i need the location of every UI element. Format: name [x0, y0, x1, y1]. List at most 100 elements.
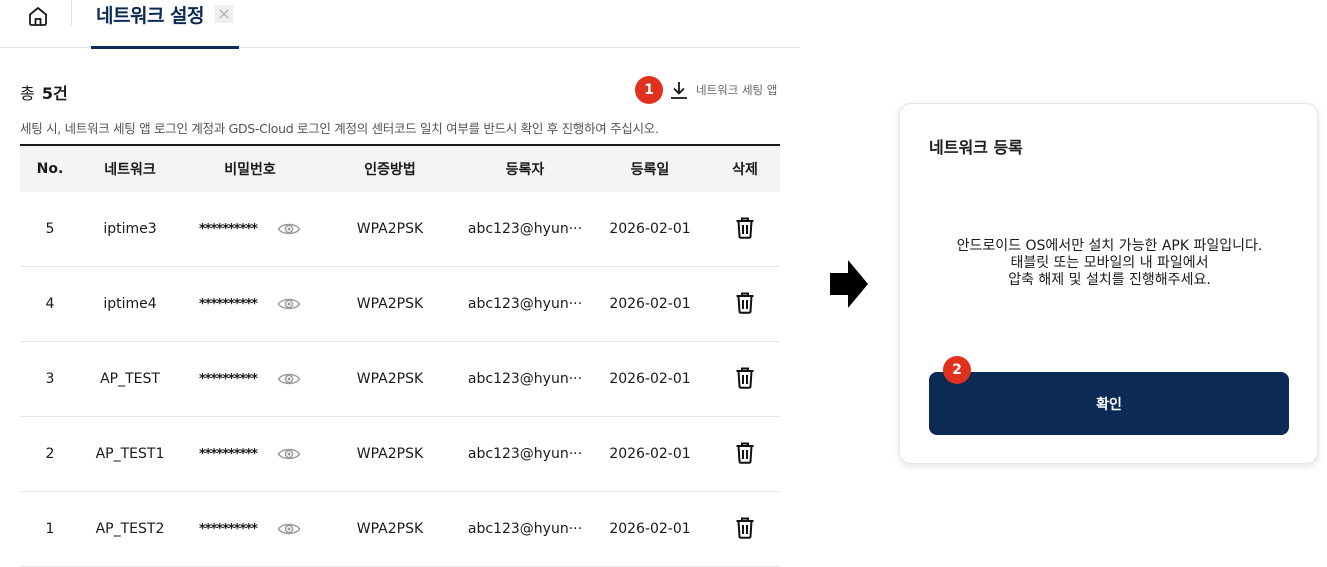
header-network: 네트워크: [104, 162, 156, 178]
delete-button[interactable]: [734, 440, 756, 464]
cell-date: 2026-02-01: [609, 371, 691, 387]
cell-network: iptime3: [103, 221, 157, 237]
show-password-button[interactable]: [277, 521, 301, 537]
cell-password: **********: [180, 371, 320, 387]
modal-message: 안드로이드 OS에서만 설치 가능한 APK 파일입니다. 태블릿 또는 모바일…: [900, 238, 1319, 289]
password-mask: **********: [199, 521, 258, 537]
active-tab-indicator: [91, 46, 239, 49]
trash-icon: [736, 367, 754, 389]
table-row: 3 AP_TEST ********** WPA2PSK abc123@hyun…: [20, 342, 780, 417]
delete-button[interactable]: [734, 515, 756, 539]
password-mask: **********: [199, 446, 258, 462]
network-table: No. 네트워크 비밀번호 인증방법 등록자 등록일 삭제 5 iptime3 …: [20, 144, 780, 567]
cell-no: 5: [45, 221, 55, 237]
table-row: 1 AP_TEST2 ********** WPA2PSK abc123@hyu…: [20, 492, 780, 567]
trash-icon: [736, 517, 754, 539]
notice-text: 세팅 시, 네트워크 세팅 앱 로그인 계정과 GDS-Cloud 로그인 계정…: [20, 121, 659, 136]
table-row: 2 AP_TEST1 ********** WPA2PSK abc123@hyu…: [20, 417, 780, 492]
step-badge-1: 1: [635, 76, 663, 104]
step-badge-2: 2: [943, 356, 971, 384]
total-count: 총 5건: [20, 80, 68, 104]
delete-button[interactable]: [734, 290, 756, 314]
cell-date: 2026-02-01: [609, 446, 691, 462]
cell-delete: [710, 365, 780, 393]
cell-network: AP_TEST: [100, 371, 160, 387]
cell-date: 2026-02-01: [609, 521, 691, 537]
cell-password: **********: [180, 296, 320, 312]
arrow-right-icon: [830, 260, 868, 308]
cell-registrant: abc123@hyun···: [467, 446, 583, 462]
show-password-button[interactable]: [277, 446, 301, 462]
cell-no: 1: [45, 521, 55, 537]
download-label[interactable]: 네트워크 세팅 앱: [696, 82, 777, 98]
password-mask: **********: [199, 296, 258, 312]
confirm-button[interactable]: 확인: [929, 372, 1289, 435]
cell-date: 2026-02-01: [609, 296, 691, 312]
tab-close-button[interactable]: [215, 5, 233, 23]
download-icon: [671, 82, 687, 99]
cell-password: **********: [180, 446, 320, 462]
eye-icon: [277, 373, 301, 385]
show-password-button[interactable]: [277, 371, 301, 387]
trash-icon: [736, 292, 754, 314]
eye-icon: [277, 523, 301, 535]
show-password-button[interactable]: [277, 221, 301, 237]
eye-icon: [277, 223, 301, 235]
cell-network: AP_TEST1: [95, 446, 165, 462]
cell-auth: WPA2PSK: [356, 521, 424, 537]
cell-registrant: abc123@hyun···: [467, 296, 583, 312]
trash-icon: [736, 442, 754, 464]
tab-network-settings[interactable]: 네트워크 설정: [91, 0, 239, 49]
cell-registrant: abc123@hyun···: [467, 371, 583, 387]
cell-delete: [710, 515, 780, 543]
cell-network: iptime4: [103, 296, 157, 312]
cell-auth: WPA2PSK: [356, 371, 424, 387]
table-body: 5 iptime3 ********** WPA2PSK abc123@hyun…: [20, 192, 780, 567]
header-password: 비밀번호: [224, 162, 276, 178]
modal-title: 네트워크 등록: [929, 138, 1023, 157]
table-header: No. 네트워크 비밀번호 인증방법 등록자 등록일 삭제: [20, 144, 780, 192]
total-prefix: 총: [20, 84, 35, 103]
password-mask: **********: [199, 371, 258, 387]
network-register-modal: 네트워크 등록 안드로이드 OS에서만 설치 가능한 APK 파일입니다. 태블…: [899, 103, 1318, 464]
table-row: 4 iptime4 ********** WPA2PSK abc123@hyun…: [20, 267, 780, 342]
modal-message-line: 태블릿 또는 모바일의 내 파일에서: [1010, 255, 1209, 271]
header-registrant: 등록자: [505, 162, 545, 178]
home-button[interactable]: [26, 4, 50, 28]
modal-message-line: 압축 해제 및 설치를 진행해주세요.: [1008, 272, 1211, 288]
cell-delete: [710, 290, 780, 318]
trash-icon: [736, 217, 754, 239]
cell-delete: [710, 215, 780, 243]
cell-auth: WPA2PSK: [356, 221, 424, 237]
delete-button[interactable]: [734, 365, 756, 389]
password-mask: **********: [199, 221, 258, 237]
tab-bar: 네트워크 설정: [0, 0, 800, 49]
home-icon: [29, 7, 47, 26]
delete-button[interactable]: [734, 215, 756, 239]
download-button[interactable]: [667, 78, 691, 102]
cell-registrant: abc123@hyun···: [467, 221, 583, 237]
cell-auth: WPA2PSK: [356, 446, 424, 462]
header-auth: 인증방법: [364, 162, 416, 178]
header-delete: 삭제: [732, 162, 758, 178]
close-icon: [219, 9, 229, 19]
header-no: No.: [36, 161, 64, 177]
cell-delete: [710, 440, 780, 468]
cell-no: 2: [45, 446, 55, 462]
eye-icon: [277, 298, 301, 310]
cell-no: 4: [45, 296, 55, 312]
cell-auth: WPA2PSK: [356, 296, 424, 312]
tab-divider: [71, 0, 72, 26]
download-app: 1 네트워크 세팅 앱: [635, 76, 777, 104]
header-date: 등록일: [630, 162, 670, 178]
cell-password: **********: [180, 221, 320, 237]
cell-registrant: abc123@hyun···: [467, 521, 583, 537]
cell-date: 2026-02-01: [609, 221, 691, 237]
total-count-value: 5건: [41, 84, 68, 103]
eye-icon: [277, 448, 301, 460]
cell-password: **********: [180, 521, 320, 537]
cell-network: AP_TEST2: [95, 521, 165, 537]
show-password-button[interactable]: [277, 296, 301, 312]
cell-no: 3: [45, 371, 55, 387]
modal-message-line: 안드로이드 OS에서만 설치 가능한 APK 파일입니다.: [956, 238, 1263, 254]
